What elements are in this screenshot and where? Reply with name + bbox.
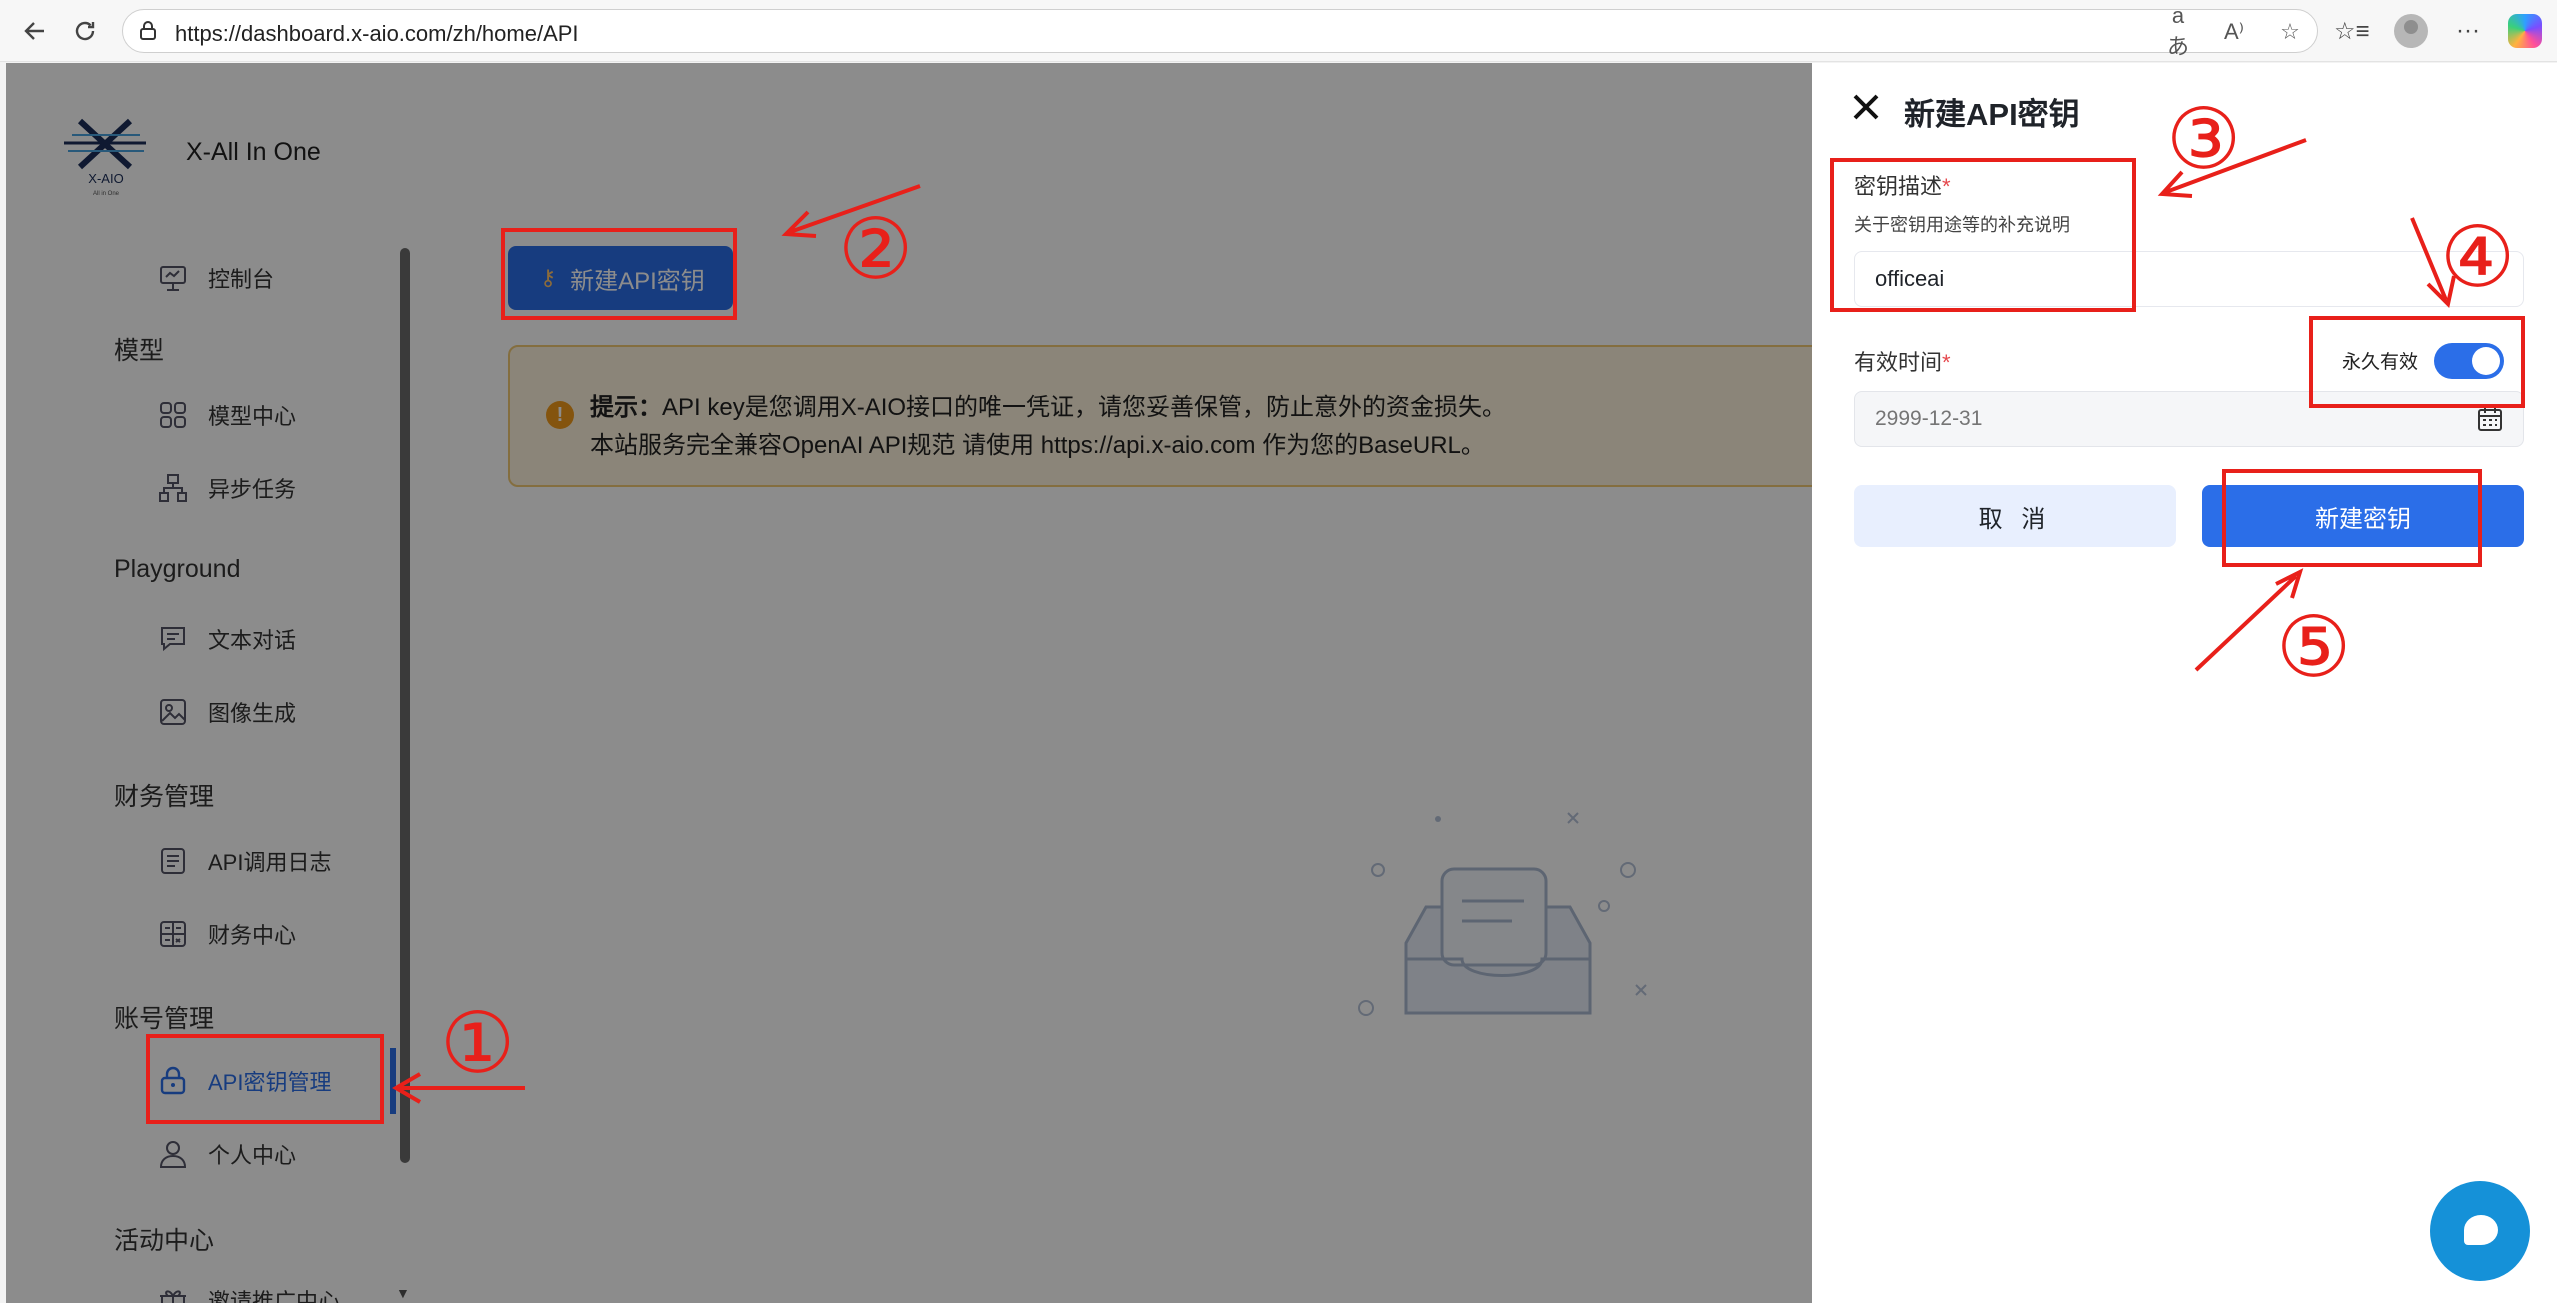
profile-avatar[interactable] xyxy=(2394,14,2428,48)
more-icon[interactable]: ··· xyxy=(2456,12,2480,50)
cancel-button[interactable]: 取 消 xyxy=(1854,485,2176,547)
modal-overlay[interactable] xyxy=(6,63,1812,1303)
permanent-toggle[interactable] xyxy=(2434,343,2504,379)
lock-icon xyxy=(137,20,159,47)
copilot-icon[interactable] xyxy=(2508,14,2542,48)
app-root: X-AIO All in One X-All In One 控制台 模型 模型中… xyxy=(6,63,2557,1303)
read-aloud-icon[interactable]: A⁾ xyxy=(2219,19,2249,45)
browser-toolbar: https://dashboard.x-aio.com/zh/home/API … xyxy=(0,0,2557,62)
new-key-drawer: 新建API密钥 密钥描述* 关于密钥用途等的补充说明 有效时间* 永久有效 取 … xyxy=(1812,63,2557,1303)
refresh-icon[interactable] xyxy=(64,10,106,52)
chat-support-icon[interactable] xyxy=(2430,1181,2530,1281)
permanent-label: 永久有效 xyxy=(2342,352,2419,373)
favorites-icon[interactable]: ☆≡ xyxy=(2334,12,2370,50)
validity-label: 有效时间* xyxy=(1854,350,1951,375)
url-text: https://dashboard.x-aio.com/zh/home/API xyxy=(175,21,579,46)
expiry-date-input[interactable] xyxy=(1854,391,2524,447)
calendar-icon[interactable] xyxy=(2476,405,2504,433)
favorite-star-icon[interactable]: ☆ xyxy=(2275,19,2305,45)
translate-icon[interactable]: aあ xyxy=(2163,3,2193,61)
desc-label: 密钥描述* xyxy=(1854,174,1951,199)
back-icon[interactable] xyxy=(14,10,56,52)
drawer-title: 新建API密钥 xyxy=(1904,97,2080,132)
desc-hint: 关于密钥用途等的补充说明 xyxy=(1854,215,2070,235)
close-icon[interactable] xyxy=(1850,91,1882,123)
key-description-input[interactable] xyxy=(1854,251,2524,307)
create-key-button[interactable]: 新建密钥 xyxy=(2202,485,2524,547)
address-bar[interactable]: https://dashboard.x-aio.com/zh/home/API … xyxy=(122,3,2318,59)
